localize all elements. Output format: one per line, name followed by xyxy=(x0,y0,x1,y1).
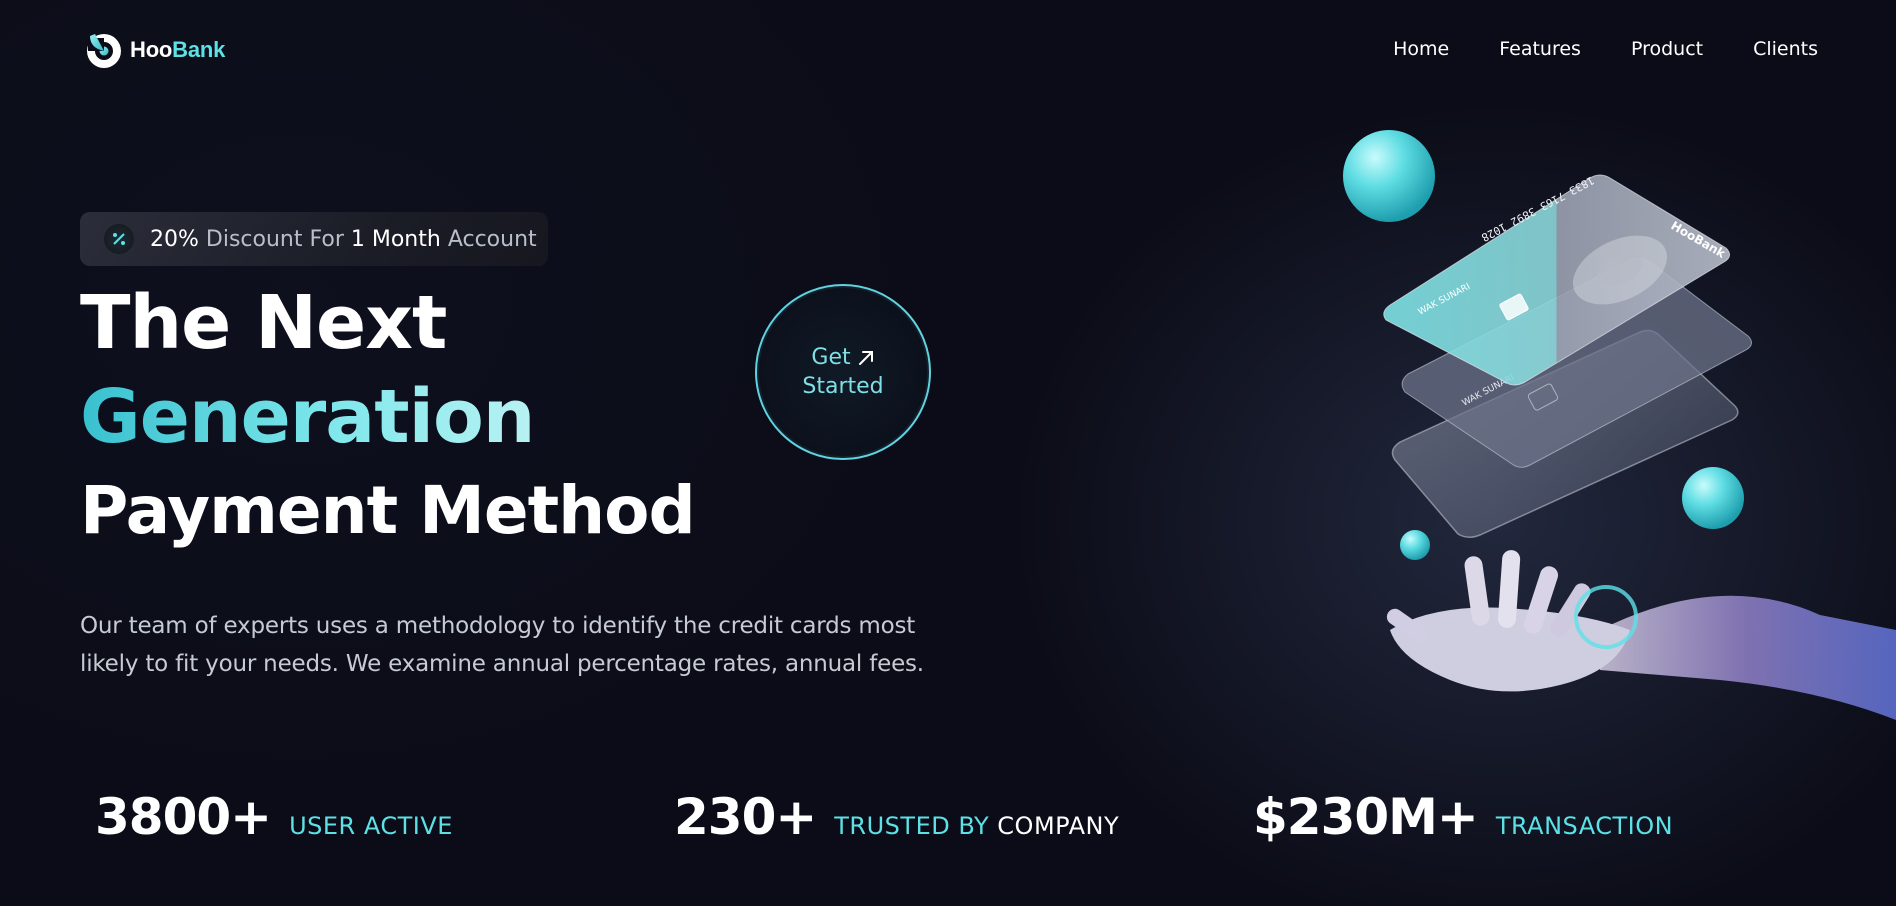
orb-large xyxy=(1343,130,1435,222)
logo[interactable]: HooBank xyxy=(84,30,225,70)
discount-text-1: Discount For xyxy=(205,226,344,252)
get-started-row: Get xyxy=(811,343,874,372)
discount-text-2: Account xyxy=(447,226,537,252)
arrow-up-right-icon xyxy=(858,350,873,365)
discount-duration: 1 Month xyxy=(350,226,441,252)
discount-percent: 20% xyxy=(150,226,199,252)
logo-text-bank: Bank xyxy=(172,37,226,62)
discount-text: 20% Discount For 1 Month Account xyxy=(150,227,537,252)
nav-clients[interactable]: Clients xyxy=(1753,38,1818,60)
robot-arm xyxy=(1600,595,1896,720)
stat-value: $230M+ xyxy=(1253,788,1479,846)
stat-label-accent: TRUSTED BY xyxy=(834,812,990,840)
headline-line-3: Payment Method xyxy=(80,472,696,549)
nav-home[interactable]: Home xyxy=(1393,38,1449,60)
stat-transaction: $230M+ TRANSACTION xyxy=(1253,788,1673,846)
hero-illustration: WAK SUNARI 1833 7163 3892 1028 HooBank W… xyxy=(1343,130,1896,720)
discount-badge: 20% Discount For 1 Month Account xyxy=(80,212,548,266)
headline-line-1: The Next xyxy=(80,280,447,366)
discount-icon xyxy=(104,224,134,254)
hero-description: Our team of experts uses a methodology t… xyxy=(80,613,924,677)
logo-text: HooBank xyxy=(130,37,225,63)
stat-value: 3800+ xyxy=(95,788,272,846)
main-nav: Home Features Product Clients xyxy=(1393,38,1818,60)
stat-label: TRANSACTION xyxy=(1495,812,1674,840)
get-started-row-2: Started xyxy=(802,372,883,401)
headline-line-2: Generation xyxy=(80,374,535,460)
logo-text-hoo: Hoo xyxy=(130,37,173,62)
stat-label: USER ACTIVE xyxy=(289,812,453,840)
stat-label-white: COMPANY xyxy=(997,812,1120,840)
stat-value: 230+ xyxy=(674,788,817,846)
stat-user-active: 3800+ USER ACTIVE xyxy=(95,788,453,846)
logo-icon xyxy=(87,34,121,68)
orb-small xyxy=(1400,530,1430,560)
nav-features[interactable]: Features xyxy=(1499,38,1581,60)
orb-medium xyxy=(1682,467,1744,529)
get-started-button[interactable]: Get Started xyxy=(755,284,931,460)
get-started-label-1: Get xyxy=(811,345,851,370)
nav-product[interactable]: Product xyxy=(1631,38,1703,60)
stat-label: TRUSTED BY COMPANY xyxy=(834,812,1119,840)
get-started-label-2: Started xyxy=(802,374,884,399)
stat-trusted-company: 230+ TRUSTED BY COMPANY xyxy=(674,788,1119,846)
